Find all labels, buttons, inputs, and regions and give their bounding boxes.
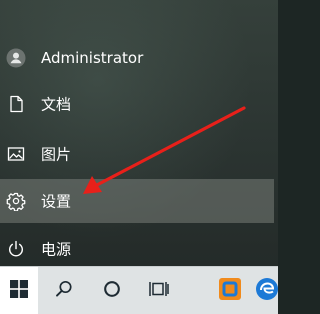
search-button[interactable] <box>42 267 86 314</box>
task-view-icon <box>148 279 170 303</box>
start-menu-item-power[interactable]: 电源 <box>0 227 274 271</box>
cortana-circle-icon <box>102 279 122 303</box>
cortana-button[interactable] <box>90 267 134 314</box>
taskbar <box>0 266 278 314</box>
start-menu-panel: Administrator 文档 图片 设置 电源 <box>0 0 278 266</box>
start-menu-user-account[interactable]: Administrator <box>0 36 274 80</box>
pictures-icon <box>6 144 26 164</box>
user-name-label: Administrator <box>41 49 144 67</box>
orange-blue-app-icon <box>217 276 243 306</box>
edge-browser-icon <box>254 276 278 306</box>
edge-button[interactable] <box>252 267 278 314</box>
documents-label: 文档 <box>41 95 72 114</box>
gear-icon <box>6 191 26 211</box>
task-view-button[interactable] <box>137 267 181 314</box>
user-avatar-icon <box>6 48 26 68</box>
power-label: 电源 <box>41 240 72 259</box>
document-icon <box>6 94 26 114</box>
pictures-label: 图片 <box>41 145 72 164</box>
start-menu-item-pictures[interactable]: 图片 <box>0 132 274 176</box>
search-icon <box>54 279 74 303</box>
power-icon <box>6 239 26 259</box>
start-button[interactable] <box>0 267 38 314</box>
screen: Administrator 文档 图片 设置 电源 <box>0 0 278 314</box>
start-menu-item-settings[interactable]: 设置 <box>0 179 274 223</box>
windows-logo-icon <box>10 280 28 302</box>
settings-label: 设置 <box>41 192 72 211</box>
pinned-app-button[interactable] <box>208 267 252 314</box>
start-menu-item-documents[interactable]: 文档 <box>0 82 274 126</box>
